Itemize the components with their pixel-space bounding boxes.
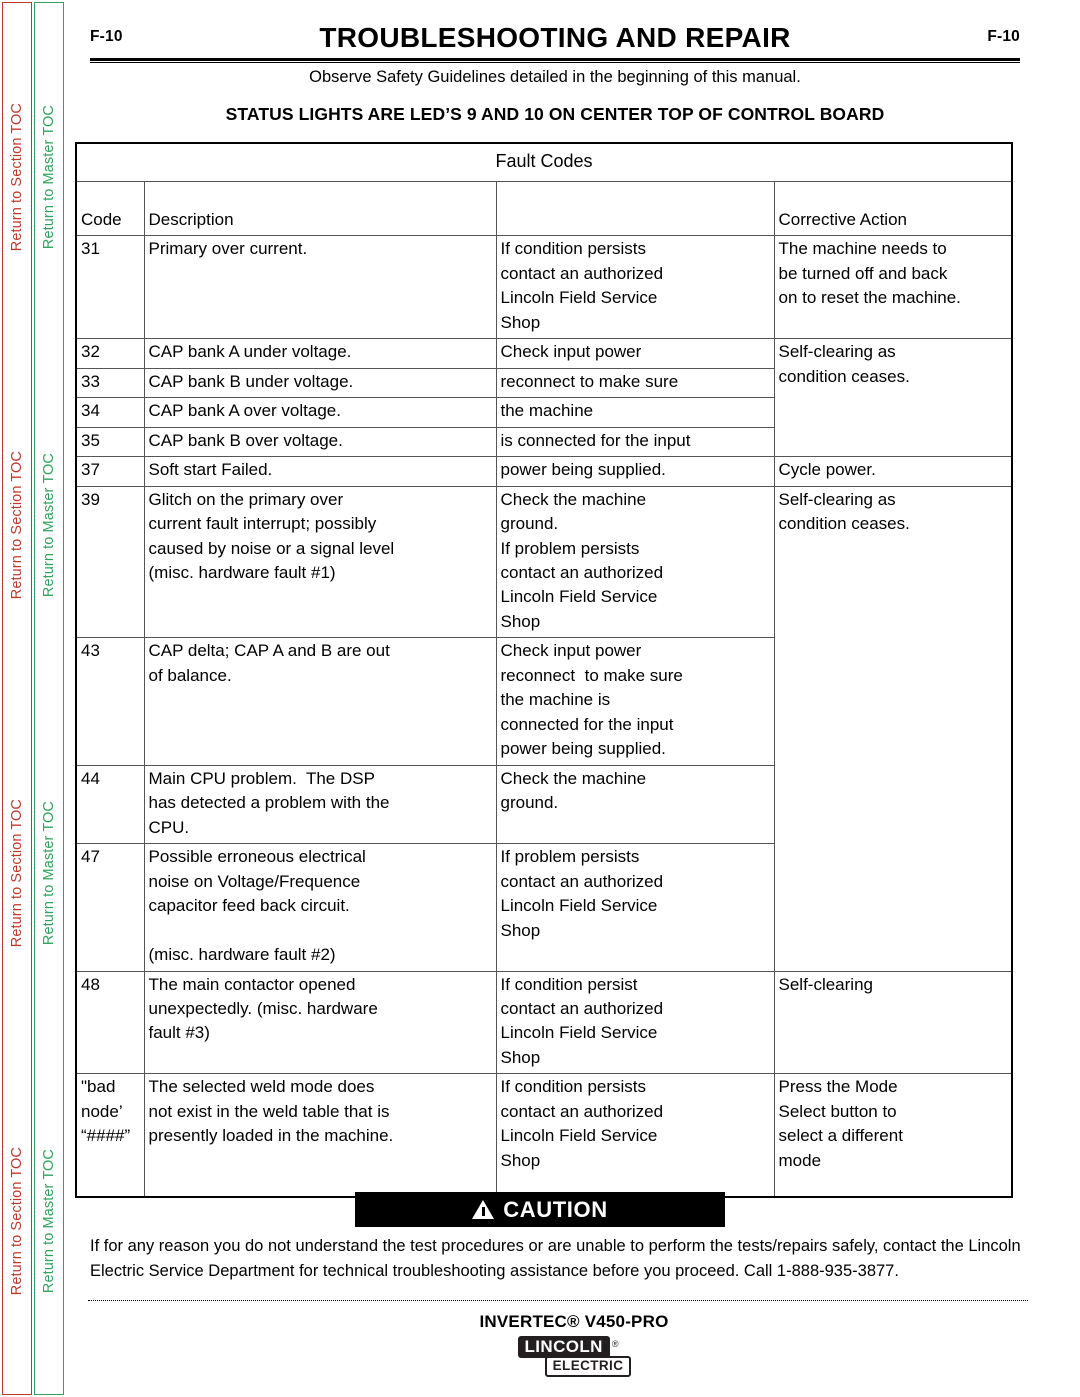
cell-code: 48 <box>75 970 145 1075</box>
cell-code: 43 <box>75 637 145 766</box>
fault-table-body: Fault Codes Code Description Corrective … <box>75 141 1013 1199</box>
sidebar-item-master-toc[interactable]: Return to Master TOC <box>35 699 63 1047</box>
cell-description: CAP bank B over voltage. <box>143 426 497 458</box>
logo-lincoln-text: LINCOLN <box>517 1336 610 1359</box>
cell-corrective-action: Cycle power. <box>773 456 1013 487</box>
page-content: F-10 TROUBLESHOOTING AND REPAIR F-10 Obs… <box>68 0 1080 1397</box>
logo-top-row: LINCOLN ® <box>517 1336 619 1359</box>
folio-right: F-10 <box>987 28 1020 45</box>
sidebar-item-label: Return to Section TOC <box>8 102 25 252</box>
sidebar-item-section-toc[interactable]: Return to Section TOC <box>3 699 31 1047</box>
cell-description: The selected weld mode does not exist in … <box>143 1073 497 1199</box>
table-row: 31 Primary over current. If condition pe… <box>75 235 1013 340</box>
cell-middle: power being supplied. <box>495 456 775 487</box>
table-row: 39 Glitch on the primary over current fau… <box>75 485 1013 972</box>
sidebar-item-label: Return to Section TOC <box>8 798 25 948</box>
header-rule-thin <box>90 62 1020 63</box>
cell-description: CAP bank A under voltage. <box>143 338 497 369</box>
cell-middle: Check input power <box>495 338 775 369</box>
sidebar-item-label: Return to Master TOC <box>40 1148 57 1294</box>
table-row: 37 Soft start Failed. power being suppli… <box>75 456 1013 487</box>
cell-description: CAP bank A over voltage. <box>143 397 497 428</box>
cell-code: 32 <box>75 338 145 369</box>
cell-middle: Check the machine ground. If problem persi… <box>495 485 775 639</box>
sidebar-item-section-toc[interactable]: Return to Section TOC <box>3 351 31 699</box>
column-header-middle <box>495 180 775 237</box>
cell-description: Soft start Failed. <box>143 456 497 487</box>
sidebar-item-master-toc[interactable]: Return to Master TOC <box>35 3 63 351</box>
sidebar-item-master-toc[interactable]: Return to Master TOC <box>35 1047 63 1395</box>
cell-corrective-action: Press the Mode Select button to select a d… <box>773 1073 1013 1199</box>
fault-codes-table: Fault Codes Code Description Corrective … <box>75 141 1013 1199</box>
cell-description: The main contactor opened unexpectedly. (… <box>143 970 497 1075</box>
cell-middle: Check the machine ground. <box>495 764 775 845</box>
sidebar-item-section-toc[interactable]: Return to Section TOC <box>3 3 31 351</box>
cell-corrective-action: Self-clearing as condition ceases. <box>773 485 1013 972</box>
column-header-corrective-action: Corrective Action <box>773 180 1013 237</box>
cell-description: Glitch on the primary over current fault … <box>143 485 497 639</box>
cell-middle: reconnect to make sure <box>495 367 775 399</box>
sidebar-item-label: Return to Master TOC <box>40 800 57 946</box>
page-header: F-10 TROUBLESHOOTING AND REPAIR F-10 <box>90 22 1020 63</box>
cell-middle: the machine <box>495 397 775 428</box>
cell-middle: Check input power reconnect to make sure t… <box>495 637 775 766</box>
cell-code: 31 <box>75 235 145 340</box>
cell-description: CAP delta; CAP A and B are out of balance… <box>143 637 497 766</box>
header-rule-thick <box>90 58 1020 61</box>
table-title: Fault Codes <box>75 141 1013 182</box>
footer-divider <box>88 1300 1028 1301</box>
sidebar-item-master-toc[interactable]: Return to Master TOC <box>35 351 63 699</box>
cell-middle: If condition persists contact an authoriz… <box>495 1073 775 1199</box>
caution-label: CAUTION <box>503 1196 608 1222</box>
column-header-description: Description <box>143 180 497 237</box>
table-title-row: Fault Codes <box>75 141 1013 182</box>
cell-code: 37 <box>75 456 145 487</box>
table-header-row: Code Description Corrective Action <box>75 180 1013 237</box>
cell-corrective-action: Self-clearing as condition ceases. <box>773 338 1013 458</box>
cell-corrective-action: The machine needs to be turned off and ba… <box>773 235 1013 340</box>
cell-description: Main CPU problem. The DSP has detected a … <box>143 764 497 845</box>
cell-middle: If condition persists contact an authoriz… <box>495 235 775 340</box>
table-row: "bad node’ “####” The selected weld mode d… <box>75 1073 1013 1199</box>
table-row: 32 CAP bank A under voltage. Check input… <box>75 338 1013 458</box>
warning-triangle-icon <box>472 1200 495 1219</box>
master-toc-column: Return to Master TOC Return to Master TO… <box>34 2 64 1395</box>
status-lights-heading: STATUS LIGHTS ARE LED’S 9 AND 10 ON CENT… <box>225 104 885 124</box>
cell-code: 35 <box>75 426 145 458</box>
cell-description: CAP bank B under voltage. <box>143 367 497 399</box>
cell-middle: is connected for the input <box>495 426 775 458</box>
cell-code: 39 <box>75 485 145 639</box>
sidebar-item-label: Return to Section TOC <box>8 1146 25 1296</box>
cell-middle: If problem persists contact an authorized… <box>495 843 775 972</box>
cell-corrective-action: Self-clearing <box>773 970 1013 1075</box>
sidebar-item-section-toc[interactable]: Return to Section TOC <box>3 1047 31 1395</box>
cell-code: 47 <box>75 843 145 972</box>
logo-electric-text: ELECTRIC <box>544 1356 632 1378</box>
page-title: TROUBLESHOOTING AND REPAIR <box>319 22 791 53</box>
safety-note: Observe Safety Guidelines detailed in th… <box>309 68 801 86</box>
caution-banner: CAUTION <box>355 1192 725 1227</box>
sidebar-item-label: Return to Section TOC <box>8 450 25 600</box>
caution-body-text: If for any reason you do not understand … <box>90 1237 1021 1281</box>
product-name: INVERTEC® V450-PRO <box>479 1312 669 1331</box>
toc-sidebar: Return to Section TOC Return to Section … <box>0 0 68 1397</box>
cell-description: Possible erroneous electrical noise on Vo… <box>143 843 497 972</box>
cell-middle: If condition persist contact an authorize… <box>495 970 775 1075</box>
cell-code: 34 <box>75 397 145 428</box>
column-header-code: Code <box>75 180 145 237</box>
section-toc-column: Return to Section TOC Return to Section … <box>2 2 32 1395</box>
table-row: 48 The main contactor opened unexpectedly… <box>75 970 1013 1075</box>
lincoln-electric-logo: LINCOLN ® ELECTRIC <box>68 1336 1080 1378</box>
cell-code: "bad node’ “####” <box>75 1073 145 1199</box>
cell-description: Primary over current. <box>143 235 497 340</box>
cell-code: 33 <box>75 367 145 399</box>
sidebar-item-label: Return to Master TOC <box>40 104 57 250</box>
sidebar-item-label: Return to Master TOC <box>40 452 57 598</box>
registered-mark-icon: ® <box>611 1339 619 1349</box>
cell-code: 44 <box>75 764 145 845</box>
